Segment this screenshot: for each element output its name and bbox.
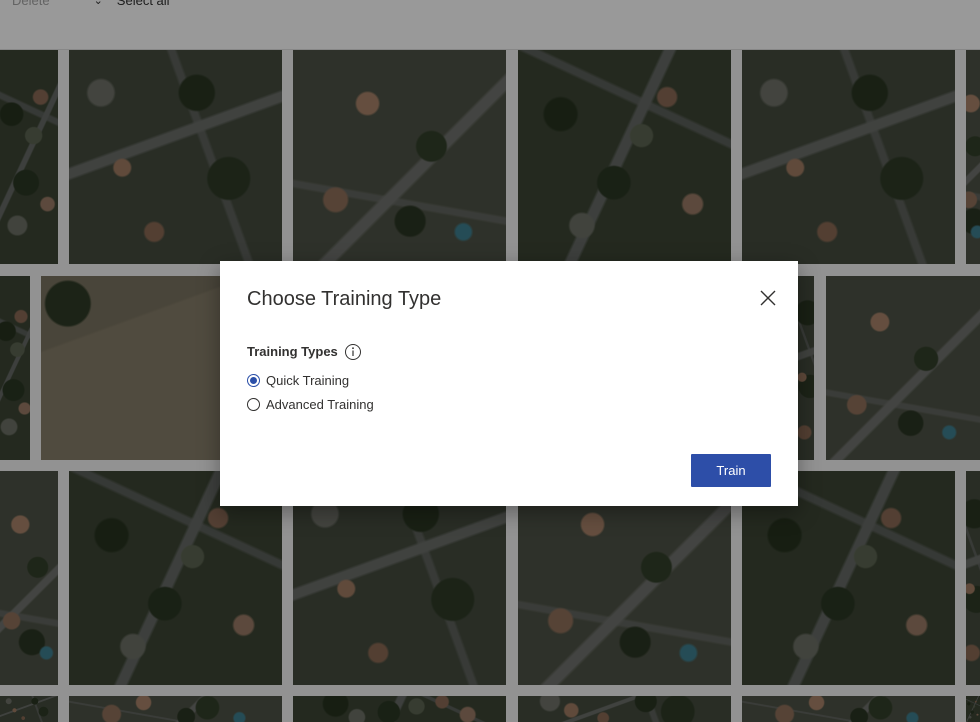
radio-advanced-training[interactable]: Advanced Training bbox=[247, 397, 374, 412]
training-types-label-text: Training Types bbox=[247, 343, 338, 359]
dialog-title: Choose Training Type bbox=[247, 288, 442, 310]
radio-quick-training-label: Quick Training bbox=[266, 373, 350, 388]
radio-button[interactable] bbox=[247, 398, 260, 411]
radio-quick-training[interactable]: Quick Training bbox=[247, 373, 349, 388]
close-button[interactable] bbox=[756, 286, 780, 310]
training-types-label: Training Types bbox=[247, 343, 361, 360]
radio-button-checked[interactable] bbox=[247, 374, 260, 387]
choose-training-type-dialog: Choose Training Type Training Types Quic… bbox=[220, 261, 798, 506]
train-button[interactable]: Train bbox=[691, 454, 771, 487]
close-icon bbox=[760, 290, 776, 306]
radio-advanced-training-label: Advanced Training bbox=[266, 397, 374, 412]
info-icon[interactable] bbox=[344, 343, 361, 360]
